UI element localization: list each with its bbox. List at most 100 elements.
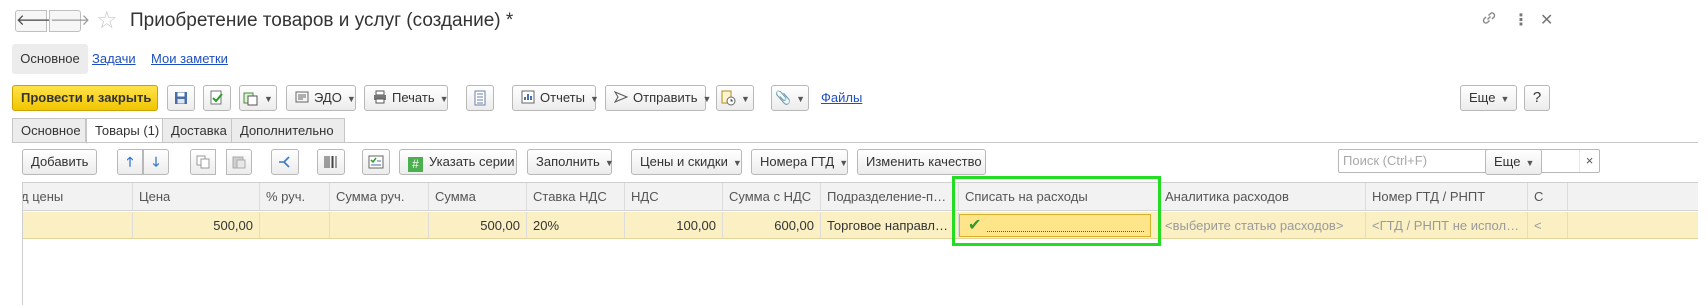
add-row-button[interactable]: Добавить [22, 149, 97, 175]
copy-icon [196, 155, 210, 169]
chevron-down-icon: ▼ [741, 94, 750, 104]
paste-button[interactable] [226, 149, 252, 175]
tasks-menu-button[interactable]: ▼ [716, 85, 754, 111]
change-quality-button[interactable]: Изменить качество [857, 149, 986, 175]
cell-expense-analytics[interactable]: <выберите статью расходов> [1159, 212, 1366, 238]
command-bar: Провести и закрыть ▼ ЭДО ▼ Печать ▼ Отчеты… [0, 85, 1708, 115]
prices-discounts-menu-button[interactable]: Цены и скидки ▼ [631, 149, 742, 175]
distribute-button[interactable] [271, 149, 299, 175]
column-gtd-number[interactable]: Номер ГТД / РНПТ [1366, 183, 1528, 210]
close-icon[interactable]: ✕ [1540, 10, 1553, 30]
tab-additional[interactable]: Дополнительно [231, 118, 345, 143]
edo-label: ЭДО [314, 90, 342, 105]
column-more[interactable]: С [1528, 183, 1568, 210]
post-and-close-button[interactable]: Провести и закрыть [12, 85, 158, 111]
post-document-icon [210, 90, 223, 105]
column-price-kind[interactable]: д цены [23, 183, 133, 210]
column-sum[interactable]: Сумма [429, 183, 527, 210]
post-button[interactable] [203, 85, 231, 111]
chevron-down-icon: ▼ [1525, 158, 1535, 168]
move-down-button[interactable]: 🡓 [143, 149, 169, 175]
copy-row-button[interactable] [190, 149, 216, 175]
printer-icon [374, 90, 386, 104]
column-price[interactable]: Цена [133, 183, 260, 210]
section-notes-link[interactable]: Мои заметки [151, 44, 228, 74]
prices-label: Цены и скидки [640, 154, 728, 169]
chevron-down-icon: ▼ [346, 94, 356, 104]
more-menu-button[interactable]: Еще ▼ [1460, 85, 1517, 111]
column-write-off[interactable]: Списать на расходы [959, 183, 1159, 210]
cell-sum-with-vat[interactable]: 600,00 [723, 212, 821, 238]
cell-more[interactable]: < [1528, 212, 1568, 238]
task-document-icon [721, 90, 736, 106]
set-series-button[interactable]: # Указать серии [399, 149, 517, 175]
reports-menu-button[interactable]: Отчеты ▼ [512, 85, 599, 111]
link-icon[interactable] [1481, 10, 1497, 31]
table-more-menu-button[interactable]: Еще ▼ [1485, 149, 1542, 175]
paste-icon [232, 156, 246, 169]
fill-menu-button[interactable]: Заполнить ▼ [527, 149, 614, 175]
column-sum-with-vat[interactable]: Сумма с НДС [723, 183, 821, 210]
cell-vat-rate[interactable]: 20% [527, 212, 625, 238]
set-series-label: Указать серии [429, 154, 515, 169]
send-menu-button[interactable]: Отправить ▼ [605, 85, 711, 111]
chevron-down-icon: ▼ [439, 94, 449, 104]
move-up-button[interactable]: 🡑 [117, 149, 143, 175]
select-goods-button[interactable] [362, 149, 390, 175]
document-list-icon [474, 90, 486, 106]
favorite-star-icon[interactable]: ☆ [96, 6, 118, 35]
barcode-scan-button[interactable] [317, 149, 345, 175]
edo-icon [295, 91, 309, 103]
column-expense-analytics[interactable]: Аналитика расходов [1159, 183, 1366, 210]
send-arrow-icon [614, 91, 628, 103]
chevron-down-icon: ▼ [589, 94, 599, 104]
cell-gtd-number[interactable]: <ГТД / РНПТ не использ... [1366, 212, 1528, 238]
column-manual-sum[interactable]: Сумма руч. [330, 183, 429, 210]
search-input[interactable]: Поиск (Ctrl+F) × [1338, 149, 1600, 173]
section-main[interactable]: Основное [12, 44, 88, 74]
tab-main[interactable]: Основное [12, 118, 86, 143]
cell-manual-sum[interactable] [330, 212, 429, 238]
search-placeholder: Поиск (Ctrl+F) [1343, 153, 1428, 168]
split-icon [279, 156, 290, 168]
structure-button[interactable] [466, 85, 494, 111]
create-based-on-button[interactable]: ▼ [239, 85, 277, 111]
gtd-numbers-menu-button[interactable]: Номера ГТД ▼ [751, 149, 848, 175]
checkmark-icon: ✔ [968, 217, 982, 234]
files-link[interactable]: Файлы [821, 85, 862, 111]
cell-department[interactable]: Торговое направлен... [821, 212, 959, 238]
column-vat[interactable]: НДС [625, 183, 723, 210]
cell-vat[interactable]: 100,00 [625, 212, 723, 238]
print-menu-button[interactable]: Печать ▼ [364, 85, 449, 111]
help-icon: ? [1532, 89, 1542, 106]
cell-price-kind[interactable] [23, 212, 133, 238]
table-row[interactable]: 500,00 500,00 20% 100,00 600,00 Торговое… [23, 212, 1698, 239]
fill-label: Заполнить [536, 154, 600, 169]
cell-manual-percent[interactable] [260, 212, 330, 238]
attachments-menu-button[interactable]: 📎 ▼ [771, 85, 809, 111]
chevron-down-icon: ▼ [702, 94, 712, 104]
arrow-right-icon: 🡒 [50, 12, 91, 29]
input-underline [987, 231, 1144, 232]
write-off-checkbox-field[interactable]: ✔ [959, 214, 1151, 237]
section-tasks-link[interactable]: Задачи [92, 44, 136, 74]
tab-delivery[interactable]: Доставка [162, 118, 242, 143]
edo-menu-button[interactable]: ЭДО ▼ [286, 85, 356, 111]
table-header: д цены Цена % руч. Сумма руч. Сумма Став… [23, 183, 1698, 211]
column-department[interactable]: Подразделение-пол... [821, 183, 959, 210]
forward-button[interactable]: 🡒 [49, 10, 90, 32]
arrow-down-icon: 🡓 [152, 154, 160, 169]
cell-sum[interactable]: 500,00 [429, 212, 527, 238]
chevron-down-icon: ▼ [796, 94, 806, 104]
save-button[interactable] [167, 85, 195, 111]
help-button[interactable]: ? [1524, 85, 1550, 111]
column-manual-percent[interactable]: % руч. [260, 183, 330, 210]
tab-goods[interactable]: Товары (1) [86, 118, 173, 144]
column-vat-rate[interactable]: Ставка НДС [527, 183, 625, 210]
cell-price[interactable]: 500,00 [133, 212, 260, 238]
more-vertical-icon[interactable]: ⋮ [1513, 10, 1529, 30]
send-label: Отправить [633, 90, 698, 105]
goods-table: д цены Цена % руч. Сумма руч. Сумма Став… [22, 182, 1698, 305]
back-button[interactable]: 🡐 [15, 10, 56, 32]
clear-search-icon[interactable]: × [1579, 150, 1599, 172]
